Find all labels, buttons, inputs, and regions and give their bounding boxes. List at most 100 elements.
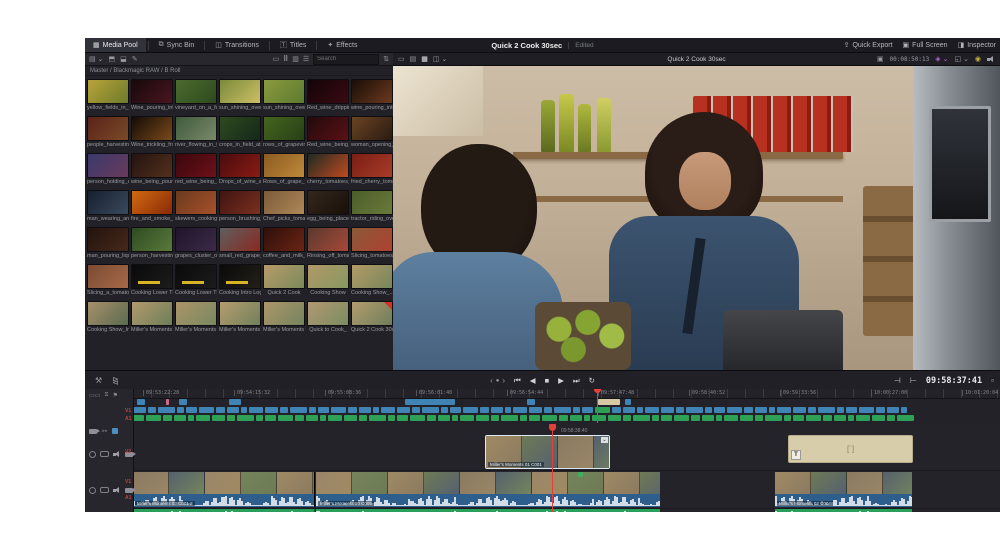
inspector-button[interactable]: ◨ Inspector: [958, 41, 996, 49]
tab-media-pool[interactable]: ▦ Media Pool: [85, 38, 146, 52]
lock-icon[interactable]: [89, 487, 96, 494]
media-item[interactable]: Cooking Intro Log...: [219, 264, 261, 300]
source-tape-icon[interactable]: ▤: [410, 55, 417, 63]
full-screen-button[interactable]: ▣ Full Screen: [903, 41, 948, 49]
marker-icon[interactable]: ⚑: [113, 392, 118, 399]
zoom-playhead[interactable]: [552, 424, 553, 512]
color-wheel-icon[interactable]: ◉: [975, 55, 981, 63]
timeline-ruler[interactable]: 09:53:22:2809:54:15:3209:55:08:3609:56:0…: [133, 389, 1000, 399]
timeline-clip-v2[interactable]: Miller's Moments 01 C001 ⌄: [485, 435, 610, 469]
media-item[interactable]: Wine_trickling_fro...: [131, 116, 173, 152]
media-item[interactable]: wine_being_poure...: [131, 153, 173, 189]
timeline-clip-a1-3[interactable]: Miller's Moments 02 C004: [775, 509, 912, 512]
media-item[interactable]: person_brushing_...: [219, 190, 261, 226]
timeline-clip-a1-2[interactable]: Miller's Moments 10 C005: [316, 509, 660, 512]
timeline-clip-a1-1[interactable]: Miller's Moments 03 C001 2: [133, 509, 315, 512]
timeline-view-icon[interactable]: ▦: [421, 55, 428, 63]
media-item[interactable]: yellow_fields_in_bl...: [87, 79, 129, 115]
import-folder-icon[interactable]: ⬓: [120, 55, 127, 63]
media-item[interactable]: person_harvestin...: [131, 227, 173, 263]
media-item[interactable]: Cooking Show_...: [351, 264, 393, 300]
media-item[interactable]: woman_opening_...: [351, 116, 393, 152]
viewer-video[interactable]: [393, 66, 1000, 370]
quick-export-button[interactable]: ⇪ Quick Export: [844, 41, 893, 49]
boring-detector-icon[interactable]: ◫ ⌄: [433, 55, 447, 63]
lock-icon[interactable]: [89, 451, 96, 458]
bin-view-icon[interactable]: ▤ ⌄: [89, 55, 103, 63]
search-input[interactable]: [313, 54, 379, 65]
go-to-end-button[interactable]: ⏭: [573, 376, 580, 386]
media-item[interactable]: fire_and_smoke_c...: [131, 190, 173, 226]
view-metadata-icon[interactable]: ▥: [292, 55, 299, 63]
next-edit-icon[interactable]: ⊢: [910, 376, 917, 385]
media-item[interactable]: Miller's Moments ...: [219, 301, 261, 337]
media-item[interactable]: skewers_cooking_...: [175, 190, 217, 226]
media-item[interactable]: crops_in_field_at_...: [219, 116, 261, 152]
transform-icon[interactable]: ◱ ⌄: [954, 55, 968, 63]
play-reverse-button[interactable]: ◀: [530, 376, 536, 385]
link-icon[interactable]: [100, 487, 109, 493]
media-item[interactable]: man_wearing_an_...: [87, 190, 129, 226]
media-item[interactable]: vineyard_on_a_far...: [175, 79, 217, 115]
media-item[interactable]: sun_shining_over_...: [263, 79, 305, 115]
mute-icon[interactable]: [113, 450, 121, 458]
media-item[interactable]: man_pouring_liqu...: [87, 227, 129, 263]
media-item[interactable]: sun_shining_over...: [219, 79, 261, 115]
media-item[interactable]: Miller's Moments ...: [263, 301, 305, 337]
tab-sync-bin[interactable]: ⧉ Sync Bin: [151, 38, 203, 52]
media-item[interactable]: rows_of_grapevin...: [263, 116, 305, 152]
media-item[interactable]: small_red_grape_t...: [219, 227, 261, 263]
zoom-playhead-grip[interactable]: [549, 424, 556, 431]
tab-titles[interactable]: 🅃 Titles: [272, 38, 314, 52]
media-item[interactable]: Miller's Moments ...: [131, 301, 173, 337]
media-item[interactable]: Slicing_a_tomato_...: [87, 264, 129, 300]
media-item[interactable]: egg_being_placed...: [307, 190, 349, 226]
media-item[interactable]: cherry_tomatoes_...: [307, 153, 349, 189]
media-item[interactable]: red_wine_being_p...: [175, 153, 217, 189]
media-item[interactable]: people_harvesting...: [87, 116, 129, 152]
media-type-icon[interactable]: ◈ ⌄: [935, 55, 948, 63]
media-item[interactable]: grapes_cluster_on...: [175, 227, 217, 263]
media-item[interactable]: Miller's Moments ...: [175, 301, 217, 337]
source-clip-icon[interactable]: ▭: [398, 55, 405, 63]
media-item[interactable]: fried_cherry_toma...: [351, 153, 393, 189]
sort-icon[interactable]: ⇅: [383, 55, 389, 63]
go-to-start-button[interactable]: ⏮: [514, 376, 521, 386]
media-item[interactable]: Drops_of_wine_sp...: [219, 153, 261, 189]
media-item[interactable]: Cooking Show_Int...: [87, 301, 129, 337]
timeline-options-icon[interactable]: ▫: [991, 376, 994, 385]
media-item[interactable]: Cooking Lower Thi...: [131, 264, 173, 300]
view-strip-icon[interactable]: ▭: [272, 55, 279, 63]
media-item[interactable]: Red_wine_being_p...: [307, 116, 349, 152]
media-item[interactable]: Rinsing_off_tomat...: [307, 227, 349, 263]
stop-button[interactable]: ■: [545, 376, 550, 385]
previous-edit-icon[interactable]: ⊣: [894, 376, 901, 385]
media-item[interactable]: person_holding_a...: [87, 153, 129, 189]
media-item[interactable]: coffee_and_milk_b...: [263, 227, 305, 263]
timeline-clip-v1-1[interactable]: Miller's Moments 03 C001 2: [133, 472, 315, 507]
audio-level-icon[interactable]: [987, 55, 995, 63]
view-list-icon[interactable]: ☰: [303, 55, 309, 63]
sync-icon[interactable]: ⚯: [102, 428, 107, 435]
media-item[interactable]: Quick 2 Cook 30se...: [351, 301, 393, 337]
storyboard-icon[interactable]: ▭▭: [89, 392, 100, 399]
video-enable-icon[interactable]: [125, 488, 133, 493]
media-item[interactable]: river_flowing_in_t...: [175, 116, 217, 152]
view-thumbnail-icon[interactable]: ⠿: [283, 55, 288, 63]
media-item[interactable]: Quick 2 Cook: [263, 264, 305, 300]
timeline-clip-title[interactable]: [¨] T: [788, 435, 913, 463]
tab-effects[interactable]: ✦ Effects: [319, 38, 365, 52]
media-item[interactable]: Red_wine_drippin...: [307, 79, 349, 115]
media-item[interactable]: Rows_of_grape_tr...: [263, 153, 305, 189]
media-item[interactable]: Cooking Lower Thi...: [175, 264, 217, 300]
media-item[interactable]: Quick to Cook_: [307, 301, 349, 337]
camera-icon[interactable]: [89, 429, 97, 434]
media-item[interactable]: Chef_picks_tomat...: [263, 190, 305, 226]
jog-control[interactable]: ‹ ● ›: [490, 376, 505, 385]
media-item[interactable]: wine_pouring_into...: [351, 79, 393, 115]
link-icon[interactable]: [100, 451, 109, 457]
media-item[interactable]: Cooking Show: [307, 264, 349, 300]
tab-transitions[interactable]: ◫ Transitions: [207, 38, 267, 52]
audio-trim-icon[interactable]: ⧖: [104, 392, 108, 399]
clip-color-chip[interactable]: [112, 428, 118, 434]
